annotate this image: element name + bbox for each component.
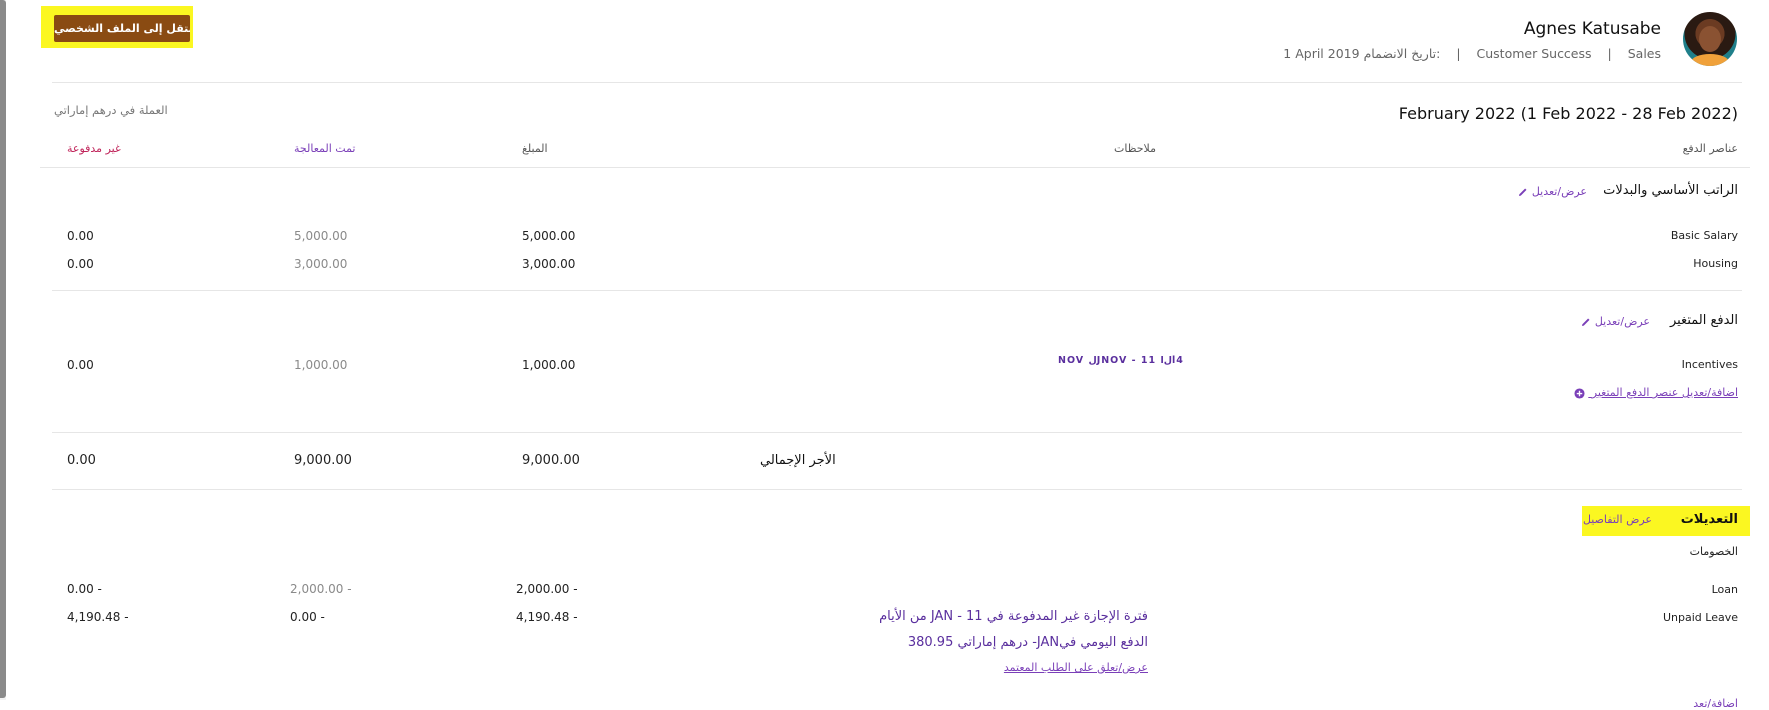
row-label: Basic Salary [1670, 229, 1738, 242]
processed-cell: 1,000.00 [294, 358, 348, 372]
processed-cell: 0.00 - [290, 610, 325, 624]
divider [40, 167, 1750, 168]
processed-cell: 5,000.00 [294, 229, 348, 243]
section-title-variable: الدفع المتغير [1669, 313, 1738, 328]
add-variable-pay-label: اضافة/تعديل عنصر الدفع المتغير [1591, 386, 1738, 399]
adjustments-title: التعديلات [1680, 512, 1738, 527]
amount-cell: 5,000.00 [522, 229, 576, 243]
join-date: 1 April 2019 [1283, 46, 1360, 61]
amount-cell: 1,000.00 [522, 358, 576, 372]
row-label: Incentives [1681, 358, 1738, 371]
basic-edit-link[interactable]: عرض/تعديل [1512, 185, 1587, 198]
view-approved-request-link[interactable]: عرض/تعلق على الطلب المعتمد [1004, 661, 1148, 674]
column-header-pay-items: عناصر الدفع [1682, 142, 1738, 155]
row-label: Loan [1711, 583, 1738, 596]
divider [52, 82, 1742, 83]
column-header-notes: ملاحظات [1114, 142, 1156, 155]
divider [52, 290, 1742, 291]
unpaid-leave-daily-rate-note: الدفع اليومي فيJAN- درهم إماراتي 380.95 [907, 635, 1148, 650]
unpaid-cell: 0.00 - [67, 582, 102, 596]
currency-note: العملة في درهم إماراتي [54, 103, 168, 117]
join-label: تاريخ الانضمام: [1363, 46, 1441, 61]
gross-unpaid: 0.00 [67, 453, 96, 468]
amount-cell: 2,000.00 - [516, 582, 578, 596]
plus-circle-icon [1574, 387, 1585, 399]
pay-period-title: February 2022 (1 Feb 2022 - 28 Feb 2022) [1398, 104, 1738, 123]
employee-meta: 1 April 2019 تاريخ الانضمام: | Customer … [1283, 46, 1661, 61]
unpaid-cell: 4,190.48 - [67, 610, 129, 624]
add-variable-pay-link[interactable]: اضافة/تعديل عنصر الدفع المتغير [1574, 386, 1738, 399]
gross-amount: 9,000.00 [522, 453, 580, 468]
avatar [1683, 12, 1737, 66]
divider [52, 432, 1742, 433]
go-to-profile-button[interactable]: انتقل إلى الملف الشخصي [54, 15, 190, 42]
section-title-basic: الراتب الأساسي والبدلات [1603, 183, 1738, 198]
add-adjustment-link[interactable]: اضافة/تعد [1693, 697, 1738, 710]
amount-cell: 4,190.48 - [516, 610, 578, 624]
unpaid-cell: 0.00 [67, 257, 94, 271]
row-label: Unpaid Leave [1662, 611, 1738, 624]
deductions-label: الخصومات [1689, 545, 1738, 558]
team-name: Customer Success [1476, 46, 1592, 61]
adjustments-details-link[interactable]: عرض التفاصيل [1583, 513, 1652, 526]
amount-cell: 3,000.00 [522, 257, 576, 271]
processed-cell: 3,000.00 [294, 257, 348, 271]
pencil-icon [1519, 188, 1527, 196]
gross-processed: 9,000.00 [294, 453, 352, 468]
column-header-processed: تمت المعالجة [294, 142, 356, 155]
unpaid-leave-period-note: فترة الإجازة غير المدفوعة في JAN - 11 من… [879, 609, 1148, 624]
row-label: Housing [1693, 257, 1738, 270]
unpaid-cell: 0.00 [67, 358, 94, 372]
pencil-icon [1582, 318, 1590, 326]
unpaid-cell: 0.00 [67, 229, 94, 243]
gross-pay-label: الأجر الإجمالي [760, 453, 836, 468]
basic-edit-label: عرض/تعديل [1531, 185, 1587, 198]
scrollbar-thumb[interactable] [0, 0, 6, 698]
employee-name: Agnes Katusabe [1523, 19, 1661, 39]
go-to-profile-label: انتقل إلى الملف الشخصي [54, 22, 190, 35]
department-name: Sales [1627, 46, 1661, 61]
variable-edit-label: عرض/تعديل [1594, 315, 1650, 328]
column-header-unpaid: غير مدفوعة [67, 142, 121, 155]
variable-edit-link[interactable]: عرض/تعديل [1575, 315, 1650, 328]
variable-note: NOV ﻝJNOV - 11 ﻝاl4 [1058, 355, 1184, 366]
divider [52, 489, 1742, 490]
vertical-scrollbar[interactable] [0, 0, 6, 700]
processed-cell: 2,000.00 - [290, 582, 352, 596]
column-header-amount: المبلغ [522, 142, 548, 155]
